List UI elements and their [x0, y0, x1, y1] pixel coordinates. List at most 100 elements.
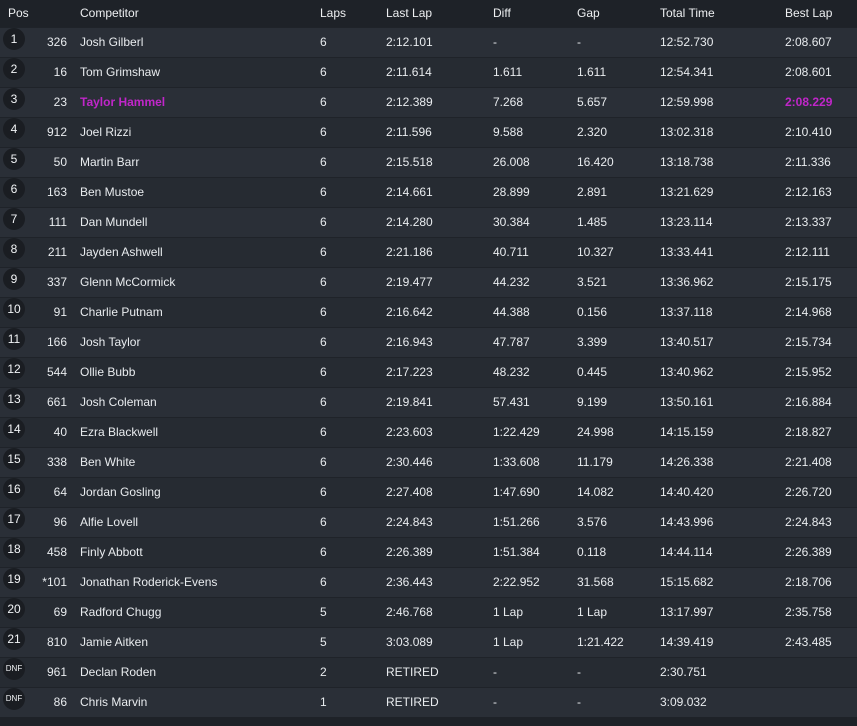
- gap-cell: -: [577, 35, 581, 49]
- diff-cell: 9.588: [493, 125, 524, 139]
- diff-cell: 1 Lap: [493, 605, 524, 619]
- best-lap-cell: 2:12.111: [785, 245, 830, 259]
- laps-cell: 6: [320, 575, 327, 589]
- competitor-number: 111: [48, 215, 67, 229]
- table-row[interactable]: 11 166 Josh Taylor 6 2:16.943 47.787 3.399 13:4…: [0, 327, 857, 357]
- header-gap[interactable]: Gap: [577, 0, 600, 26]
- competitor-name: Josh Gilberl: [80, 35, 144, 49]
- competitor-name: Alfie Lovell: [80, 515, 139, 529]
- header-best-lap[interactable]: Best Lap: [785, 0, 832, 26]
- total-time-cell: 12:59.998: [660, 95, 714, 109]
- laps-cell: 6: [320, 65, 327, 79]
- header-laps[interactable]: Laps: [320, 0, 346, 26]
- table-row[interactable]: 6 163 Ben Mustoe 6 2:14.661 28.899 2.891 13:21.…: [0, 177, 857, 207]
- competitor-name: Martin Barr: [80, 155, 140, 169]
- position-badge: DNF: [3, 688, 25, 710]
- total-time-cell: 13:21.629: [660, 185, 714, 199]
- table-row[interactable]: 19 *101 Jonathan Roderick-Evens 6 2:36.443 2:…: [0, 567, 857, 597]
- last-lap-cell: RETIRED: [386, 665, 439, 679]
- competitor-number: *101: [42, 575, 67, 589]
- header-diff[interactable]: Diff: [493, 0, 511, 26]
- competitor-name: Declan Roden: [80, 665, 157, 679]
- header-competitor[interactable]: Competitor: [80, 0, 139, 26]
- table-row[interactable]: 10 91 Charlie Putnam 6 2:16.642 44.388 0.156 13…: [0, 297, 857, 327]
- competitor-name: Finly Abbott: [80, 545, 143, 559]
- results-table: Pos Competitor Laps Last Lap Diff Gap To…: [0, 0, 857, 717]
- position-badge: 19: [3, 568, 25, 590]
- header-last-lap[interactable]: Last Lap: [386, 0, 432, 26]
- position-badge: 7: [3, 208, 25, 230]
- best-lap-cell: 2:15.175: [785, 275, 832, 289]
- table-row[interactable]: 15 338 Ben White 6 2:30.446 1:33.608 11.179 14:…: [0, 447, 857, 477]
- table-row[interactable]: 7 111 Dan Mundell 6 2:14.280 30.384 1.485 13:23…: [0, 207, 857, 237]
- best-lap-cell: 2:16.884: [785, 395, 832, 409]
- competitor-number: 40: [53, 425, 67, 439]
- total-time-cell: 13:33.441: [660, 245, 714, 259]
- table-row[interactable]: 18 458 Finly Abbott 6 2:26.389 1:51.384 0.118 1…: [0, 537, 857, 567]
- laps-cell: 6: [320, 125, 327, 139]
- total-time-cell: 13:02.318: [660, 125, 714, 139]
- table-row[interactable]: 2 16 Tom Grimshaw 6 2:11.614 1.611 1.611 12:54.…: [0, 57, 857, 87]
- table-row[interactable]: 13 661 Josh Coleman 6 2:19.841 57.431 9.199 13:…: [0, 387, 857, 417]
- best-lap-cell: 2:35.758: [785, 605, 832, 619]
- table-row[interactable]: DNF 86 Chris Marvin 1 RETIRED - - 3:09.032: [0, 687, 857, 717]
- competitor-name: Glenn McCormick: [80, 275, 176, 289]
- table-header: Pos Competitor Laps Last Lap Diff Gap To…: [0, 0, 857, 27]
- diff-cell: 1:51.266: [493, 515, 540, 529]
- gap-cell: 1 Lap: [577, 605, 608, 619]
- last-lap-cell: RETIRED: [386, 695, 439, 709]
- table-row[interactable]: 8 211 Jayden Ashwell 6 2:21.186 40.711 10.327 1…: [0, 237, 857, 267]
- laps-cell: 6: [320, 305, 327, 319]
- diff-cell: 48.232: [493, 365, 530, 379]
- position-badge: 16: [3, 478, 25, 500]
- competitor-number: 16: [53, 65, 67, 79]
- best-lap-cell: 2:13.337: [785, 215, 832, 229]
- competitor-number: 912: [46, 125, 67, 139]
- last-lap-cell: 2:21.186: [386, 245, 433, 259]
- position-badge: 9: [3, 268, 25, 290]
- diff-cell: 1.611: [493, 65, 523, 79]
- table-row[interactable]: 1 326 Josh Gilberl 6 2:12.101 - - 12:52.730 2:08…: [0, 27, 857, 57]
- table-row[interactable]: 16 64 Jordan Gosling 6 2:27.408 1:47.690 14.08…: [0, 477, 857, 507]
- total-time-cell: 15:15.682: [660, 575, 714, 589]
- total-time-cell: 14:40.420: [660, 485, 714, 499]
- table-row[interactable]: 20 69 Radford Chugg 5 2:46.768 1 Lap 1 Lap 13:1…: [0, 597, 857, 627]
- laps-cell: 6: [320, 215, 327, 229]
- competitor-name: Dan Mundell: [80, 215, 148, 229]
- laps-cell: 6: [320, 365, 327, 379]
- table-row[interactable]: 21 810 Jamie Aitken 5 3:03.089 1 Lap 1:21.422 1…: [0, 627, 857, 657]
- table-row[interactable]: 14 40 Ezra Blackwell 6 2:23.603 1:22.429 24.99…: [0, 417, 857, 447]
- last-lap-cell: 2:17.223: [386, 365, 433, 379]
- total-time-cell: 13:17.997: [660, 605, 714, 619]
- last-lap-cell: 2:12.389: [386, 95, 433, 109]
- competitor-number: 50: [53, 155, 67, 169]
- table-row[interactable]: 5 50 Martin Barr 6 2:15.518 26.008 16.420 13:18…: [0, 147, 857, 177]
- position-badge: 12: [3, 358, 25, 380]
- gap-cell: 11.179: [577, 455, 613, 469]
- last-lap-cell: 2:36.443: [386, 575, 433, 589]
- table-row[interactable]: DNF 961 Declan Roden 2 RETIRED - - 2:30.751: [0, 657, 857, 687]
- last-lap-cell: 2:12.101: [386, 35, 433, 49]
- total-time-cell: 13:37.118: [660, 305, 713, 319]
- gap-cell: 0.118: [577, 545, 607, 559]
- competitor-name: Ben White: [80, 455, 136, 469]
- total-time-cell: 14:15.159: [660, 425, 714, 439]
- laps-cell: 6: [320, 335, 327, 349]
- diff-cell: 2:22.952: [493, 575, 540, 589]
- table-row[interactable]: 12 544 Ollie Bubb 6 2:17.223 48.232 0.445 13:40…: [0, 357, 857, 387]
- header-pos[interactable]: Pos: [8, 0, 29, 26]
- gap-cell: 24.998: [577, 425, 614, 439]
- position-badge: 13: [3, 388, 25, 410]
- table-row[interactable]: 17 96 Alfie Lovell 6 2:24.843 1:51.266 3.576 14…: [0, 507, 857, 537]
- table-row[interactable]: 4 912 Joel Rizzi 6 2:11.596 9.588 2.320 13:02.3…: [0, 117, 857, 147]
- total-time-cell: 13:36.962: [660, 275, 714, 289]
- position-badge: 18: [3, 538, 25, 560]
- header-total-time[interactable]: Total Time: [660, 0, 715, 26]
- position-badge: 5: [3, 148, 25, 170]
- table-row[interactable]: 9 337 Glenn McCormick 6 2:19.477 44.232 3.521 1…: [0, 267, 857, 297]
- best-lap-cell: 2:11.336: [785, 155, 831, 169]
- position-badge: 21: [3, 628, 25, 650]
- table-row[interactable]: 3 23 Taylor Hammel 6 2:12.389 7.268 5.657 12:59…: [0, 87, 857, 117]
- diff-cell: 28.899: [493, 185, 530, 199]
- total-time-cell: 14:26.338: [660, 455, 714, 469]
